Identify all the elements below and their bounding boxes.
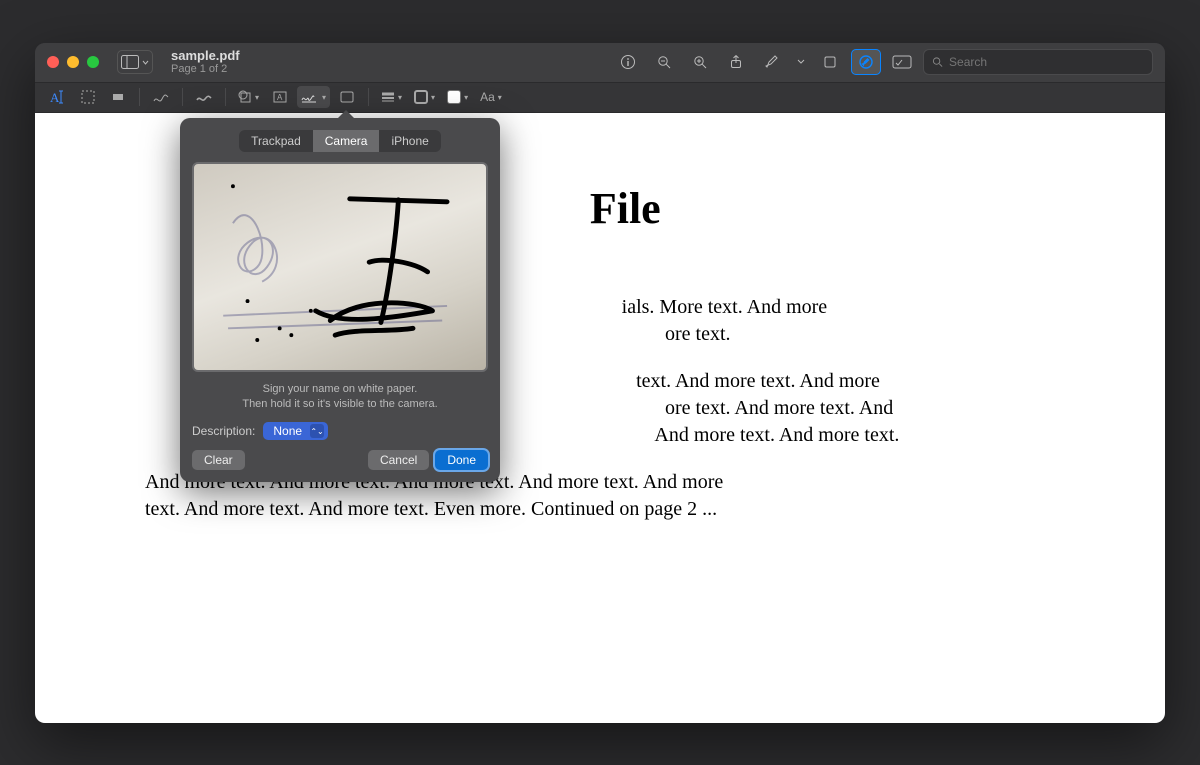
svg-text:A: A [277,93,283,102]
chevron-down-icon: ▾ [498,93,502,102]
heading-visible-suffix: File [590,184,661,233]
zoom-out-button[interactable] [649,49,679,75]
note-tool[interactable] [334,86,360,108]
zoom-in-button[interactable] [685,49,715,75]
text-style-tool[interactable]: Aa ▾ [476,86,506,108]
clear-button[interactable]: Clear [192,450,245,470]
close-window-button[interactable] [47,56,59,68]
signature-popover: Trackpad Camera iPhone [180,118,500,483]
search-icon [932,56,943,68]
chevron-down-icon: ▾ [255,93,259,102]
redact-tool[interactable] [105,86,131,108]
border-color-swatch [414,90,428,104]
chevron-down-icon: ▾ [464,93,468,102]
rotate-button[interactable] [815,49,845,75]
document-title-area: sample.pdf Page 1 of 2 [171,49,240,75]
text-style-label: Aa [480,90,495,104]
description-value: None [267,424,308,438]
draw-tool[interactable] [191,86,217,108]
text-selection-tool[interactable]: A [45,86,71,108]
fill-color-swatch [447,90,461,104]
share-button[interactable] [721,49,751,75]
fill-color-tool[interactable]: ▾ [443,86,472,108]
text-tool[interactable]: A [267,86,293,108]
tab-iphone[interactable]: iPhone [379,130,440,152]
toolbar-group-right [613,49,1153,75]
sketch-tool[interactable] [148,86,174,108]
description-row: Description: None ⌃⌄ [192,422,488,440]
search-input[interactable] [949,55,1144,69]
border-color-tool[interactable]: ▾ [410,86,439,108]
shapes-tool[interactable]: ▾ [234,86,263,108]
minimize-window-button[interactable] [67,56,79,68]
window-controls [47,56,99,68]
signature-instructions: Sign your name on white paper. Then hold… [192,382,488,413]
sign-tool[interactable]: ▾ [297,86,330,108]
svg-text:A: A [50,90,60,104]
markup-toolbar: A ▾ A ▾ ▾ [35,83,1165,113]
highlight-menu-button[interactable] [793,49,809,75]
titlebar: sample.pdf Page 1 of 2 [35,43,1165,83]
signature-source-tabs: Trackpad Camera iPhone [239,130,441,152]
search-field[interactable] [923,49,1153,75]
document-title: sample.pdf [171,49,240,63]
done-button[interactable]: Done [435,450,488,470]
border-style-tool[interactable]: ▾ [377,86,406,108]
camera-preview [192,162,488,372]
preview-window: sample.pdf Page 1 of 2 [35,43,1165,723]
description-select[interactable]: None ⌃⌄ [263,422,328,440]
tab-trackpad[interactable]: Trackpad [239,130,313,152]
rect-selection-tool[interactable] [75,86,101,108]
chevron-down-icon: ▾ [322,93,326,102]
page-indicator: Page 1 of 2 [171,63,240,75]
chevron-down-icon: ▾ [431,93,435,102]
cancel-button[interactable]: Cancel [368,450,429,470]
zoom-window-button[interactable] [87,56,99,68]
info-button[interactable] [613,49,643,75]
select-caret-icon: ⌃⌄ [310,424,324,438]
highlight-button[interactable] [757,49,787,75]
form-fill-button[interactable] [887,49,917,75]
chevron-down-icon: ▾ [398,93,402,102]
tab-camera[interactable]: Camera [313,130,380,152]
markup-toggle-button[interactable] [851,49,881,75]
signature-capture-icon [194,164,486,370]
sidebar-toggle-button[interactable] [117,50,153,74]
description-label: Description: [192,424,255,438]
